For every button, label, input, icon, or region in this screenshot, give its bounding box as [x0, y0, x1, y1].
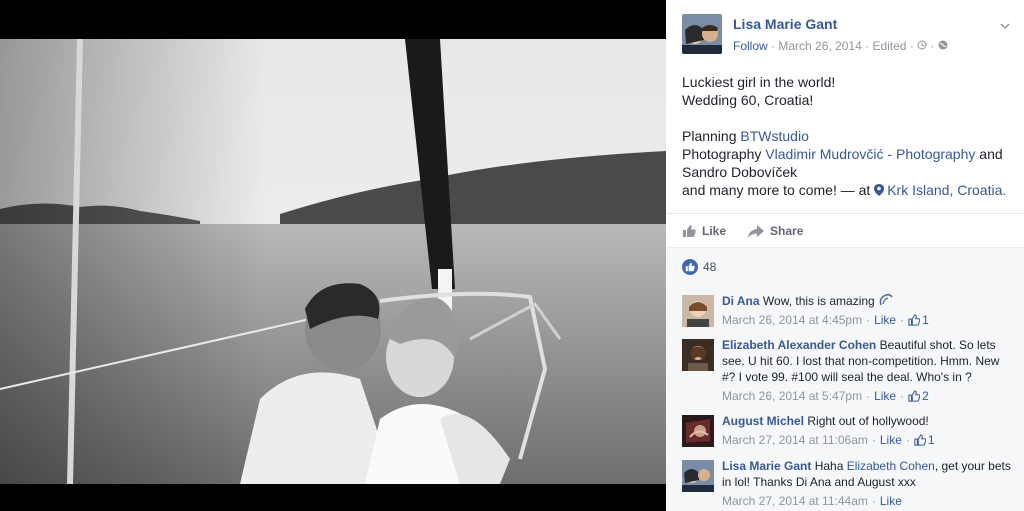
commenter-name[interactable]: Di Ana — [722, 294, 760, 308]
comment-time[interactable]: March 26, 2014 at 4:45pm — [722, 312, 862, 328]
comment-like-count[interactable]: 2 — [908, 388, 929, 404]
photography-link[interactable]: Vladimir Mudrovčić - Photography — [765, 146, 975, 162]
post-date[interactable]: March 26, 2014 — [778, 39, 861, 53]
comment-text: Right out of hollywood! — [807, 414, 929, 428]
comment-text-pre: Haha — [814, 459, 847, 473]
share-arrow-icon — [748, 224, 765, 238]
reactions-summary[interactable]: 48 — [682, 259, 716, 275]
comment-text: Wow, this is amazing — [762, 294, 875, 308]
commenter-name[interactable]: August Michel — [722, 414, 804, 428]
wedding-photo[interactable] — [0, 39, 666, 484]
comment-body: Lisa Marie Gant Haha Elizabeth Cohen, ge… — [722, 458, 1016, 509]
planning-link[interactable]: BTWstudio — [740, 128, 808, 144]
comment-time[interactable]: March 27, 2014 at 11:44am — [722, 493, 868, 509]
like-count-value: 1 — [927, 433, 935, 447]
comment-like-button[interactable]: Like — [880, 432, 902, 448]
comments-list: Di Ana Wow, this is amazing March 26, 20… — [666, 285, 1024, 511]
meta-separator: · — [871, 494, 876, 508]
comment-like-button[interactable]: Like — [880, 493, 902, 509]
closing-text: and many more to come! — at — [682, 182, 875, 198]
closing-line: and many more to come! — at Krk Island, … — [682, 181, 1018, 199]
reactions-bar: 48 — [666, 247, 1024, 285]
photography-line: Photography Vladimir Mudrovčić - Photogr… — [682, 145, 1018, 163]
meta-separator: · — [905, 433, 910, 447]
comment-like-button[interactable]: Like — [874, 388, 896, 404]
comment-time[interactable]: March 26, 2014 at 5:47pm — [722, 388, 862, 404]
like-count-value: 2 — [922, 389, 929, 403]
share-button[interactable]: Share — [748, 222, 803, 240]
comment-meta: March 26, 2014 at 4:45pm · Like · 1 — [722, 312, 1016, 328]
commenter-avatar[interactable] — [682, 339, 714, 371]
comment-like-button[interactable]: Like — [874, 312, 896, 328]
comment-like-count[interactable]: 1 — [914, 432, 935, 448]
thumbs-up-outline-icon — [914, 434, 926, 446]
comment-meta: March 27, 2014 at 11:06am · Like · 1 — [722, 432, 1016, 448]
like-button[interactable]: Like — [682, 222, 726, 240]
like-reaction-icon — [682, 259, 698, 275]
post-actions: Like Share — [682, 222, 803, 240]
meta-separator: · — [930, 39, 938, 53]
commenter-avatar[interactable] — [682, 460, 714, 492]
commenter-avatar[interactable] — [682, 295, 714, 327]
post-edited[interactable]: Edited — [872, 39, 906, 53]
reaction-count: 48 — [703, 260, 717, 274]
author-avatar-image — [682, 14, 722, 54]
chevron-down-icon[interactable] — [1000, 18, 1010, 30]
meta-separator: · — [900, 389, 905, 403]
post-side-panel: Lisa Marie Gant Follow · March 26, 2014 … — [666, 0, 1024, 511]
meta-separator: · — [871, 433, 876, 447]
photographer2: Sandro Dobovíček — [682, 164, 798, 180]
like-label: Like — [702, 224, 727, 238]
sticker-icon — [879, 293, 893, 306]
comment-meta: March 27, 2014 at 11:44am · Like — [722, 493, 1016, 509]
comment-time[interactable]: March 27, 2014 at 11:06am — [722, 432, 868, 448]
like-count-value: 1 — [922, 313, 929, 327]
thumbs-up-icon — [683, 225, 696, 237]
post-line-1: Luckiest girl in the world! — [682, 74, 836, 90]
post-meta: Follow · March 26, 2014 · Edited · · — [733, 39, 948, 53]
commenter-avatar[interactable] — [682, 415, 714, 447]
planning-line: Planning BTWstudio — [682, 127, 1018, 145]
post-line-2: Wedding 60, Croatia! — [682, 92, 814, 108]
comment-body: Elizabeth Alexander Cohen Beautiful shot… — [722, 337, 1016, 404]
comment-like-count[interactable]: 1 — [908, 312, 929, 328]
thumbs-up-outline-icon — [908, 314, 921, 326]
location-text: Krk Island, Croatia. — [887, 182, 1007, 198]
meta-separator: · — [866, 313, 871, 327]
divider — [666, 213, 1024, 214]
meta-separator: · — [900, 313, 905, 327]
planning-label: Planning — [682, 128, 741, 144]
wedding-photo-image — [0, 39, 666, 484]
follow-link[interactable]: Follow — [733, 39, 768, 53]
globe-icon[interactable] — [938, 39, 948, 53]
commenter-name[interactable]: Elizabeth Alexander Cohen — [722, 338, 876, 352]
location-pin-icon — [874, 184, 885, 196]
photography-and: and — [975, 146, 1003, 162]
clock-icon — [917, 39, 930, 53]
location-link[interactable]: Krk Island, Croatia. — [874, 182, 1006, 198]
post-author-name[interactable]: Lisa Marie Gant — [733, 16, 837, 32]
photography-label: Photography — [682, 146, 766, 162]
share-label: Share — [770, 224, 804, 238]
comment-body: Di Ana Wow, this is amazing March 26, 20… — [722, 293, 1016, 328]
commenter-name[interactable]: Lisa Marie Gant — [722, 459, 811, 473]
post-header: Lisa Marie Gant Follow · March 26, 2014 … — [682, 14, 1016, 58]
comment-meta: March 26, 2014 at 5:47pm · Like · 2 — [722, 388, 1016, 404]
author-avatar[interactable] — [682, 14, 722, 54]
thumbs-up-outline-icon — [908, 390, 921, 402]
comment-body: August Michel Right out of hollywood! Ma… — [722, 413, 1016, 448]
meta-separator: · — [866, 389, 871, 403]
post-text: Luckiest girl in the world! Wedding 60, … — [682, 73, 1018, 199]
comment-mention-link[interactable]: Elizabeth Cohen — [847, 459, 935, 473]
photo-pane — [0, 0, 666, 511]
